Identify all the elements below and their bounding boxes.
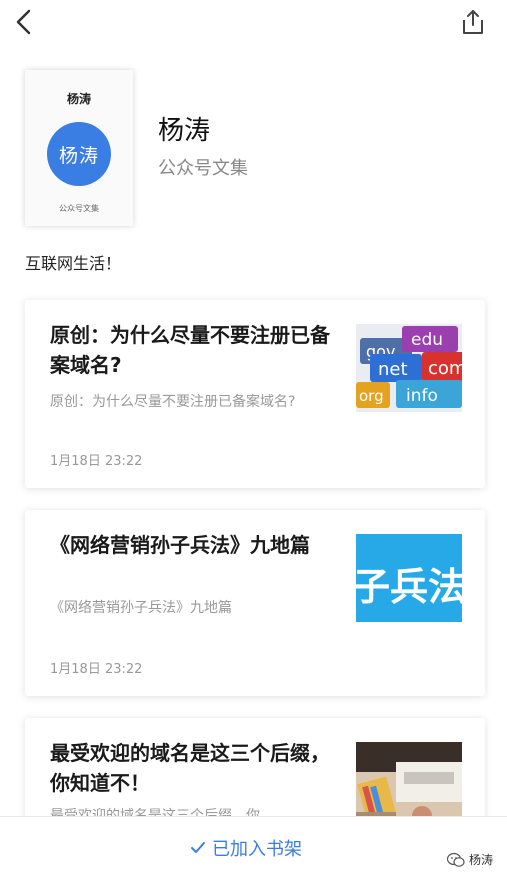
thumb-word: info — [406, 386, 438, 406]
article-card[interactable]: 《网络营销孙子兵法》九地篇 《网络营销孙子兵法》九地篇 1月18日 23:22 … — [25, 510, 485, 696]
cover-avatar-circle: 杨涛 — [47, 122, 111, 186]
article-summary: 原创：为什么尽量不要注册已备案域名? — [50, 394, 296, 410]
share-icon[interactable] — [459, 8, 487, 36]
collection-cover: 杨涛 杨涛 公众号文集 — [25, 70, 133, 226]
article-thumbnail: 子兵法 — [356, 534, 462, 622]
article-date: 1月18日 23:22 — [50, 662, 143, 677]
wechat-icon — [446, 852, 465, 867]
thumb-word: org — [359, 387, 384, 405]
back-chevron-icon[interactable] — [10, 8, 38, 36]
article-summary: 《网络营销孙子兵法》九地篇 — [50, 600, 232, 616]
thumbnail-text: 子兵法 — [356, 565, 462, 609]
cover-subtitle: 公众号文集 — [59, 204, 99, 213]
article-title: 最受欢迎的域名是这三个后缀，你知道不！ — [50, 741, 330, 795]
article-title: 原创：为什么尽量不要注册已备案域名? — [50, 323, 330, 377]
bottom-bar: 已加入书架 杨涛 — [0, 816, 507, 881]
check-icon — [191, 842, 205, 853]
shelf-label: 已加入书架 — [212, 839, 302, 860]
thumb-word: net — [378, 359, 408, 380]
profile-subtitle: 公众号文集 — [158, 158, 248, 179]
thumb-word: com — [428, 358, 462, 379]
thumb-word: edu — [411, 330, 443, 350]
watermark-text: 杨涛 — [468, 853, 493, 867]
watermark: 杨涛 — [446, 851, 493, 868]
article-date: 1月18日 23:22 — [50, 454, 143, 469]
profile-name: 杨涛 — [158, 116, 211, 146]
article-thumbnail: gov edu net com org info — [356, 324, 462, 412]
top-bar — [0, 0, 507, 48]
cover-avatar-text: 杨涛 — [58, 144, 99, 167]
added-to-shelf-button[interactable]: 已加入书架 — [190, 835, 302, 861]
article-title: 《网络营销孙子兵法》九地篇 — [50, 533, 310, 557]
cover-title: 杨涛 — [66, 92, 91, 106]
article-card[interactable]: 原创：为什么尽量不要注册已备案域名? 原创：为什么尽量不要注册已备案域名? 1月… — [25, 300, 485, 488]
profile-bio: 互联网生活！ — [25, 254, 122, 273]
